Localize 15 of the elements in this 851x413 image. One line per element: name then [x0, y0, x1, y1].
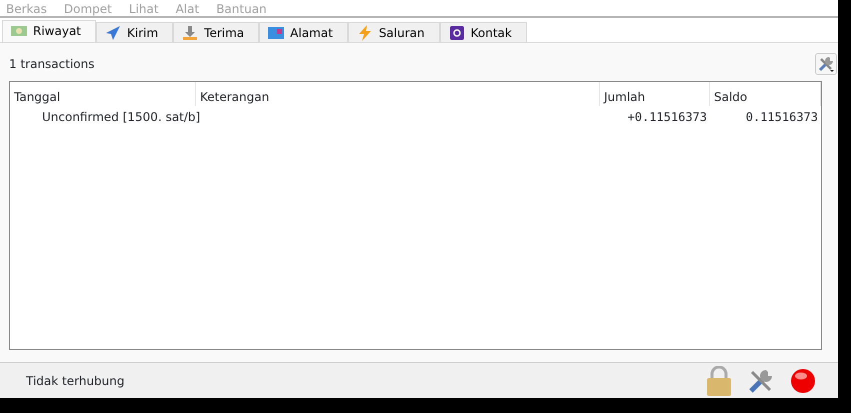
table-cell-text: 0.11516373 [744, 109, 819, 126]
tab[interactable]: Terima [173, 22, 260, 42]
tab[interactable]: Kirim [96, 22, 174, 42]
tab[interactable]: Kontak [440, 22, 527, 42]
column-header[interactable]: Saldo [710, 82, 821, 106]
column-header[interactable]: Jumlah [600, 82, 710, 106]
tab[interactable]: Saluran [348, 22, 440, 42]
column-header[interactable]: Keterangan [196, 82, 600, 106]
tab[interactable]: Alamat [259, 22, 348, 42]
table-cell-text: +0.11516373 [626, 109, 708, 126]
tab[interactable]: Riwayat [2, 20, 96, 42]
transaction-count: 1 transactions [9, 56, 94, 73]
status-text: Tidak terhubung [26, 372, 124, 390]
column-header[interactable]: Tanggal [10, 82, 196, 106]
table-cell-text: Unconfirmed [1500. sat/b] [42, 109, 200, 126]
